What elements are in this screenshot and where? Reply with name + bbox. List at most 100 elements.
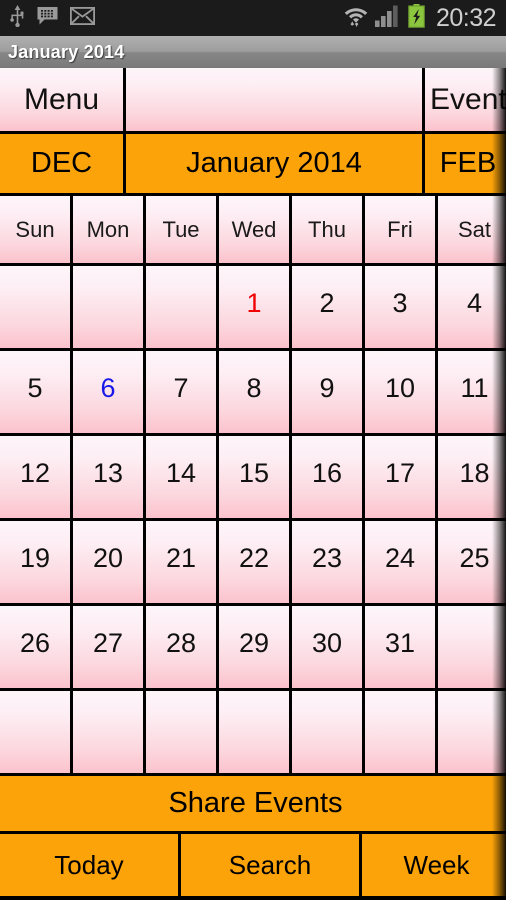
day-cell-30[interactable]: 30 bbox=[292, 606, 365, 688]
day-number: 5 bbox=[27, 373, 43, 403]
top-toolbar: Menu Event bbox=[0, 68, 506, 134]
day-cell-empty bbox=[73, 266, 146, 348]
day-number: 3 bbox=[392, 288, 408, 318]
weekday-header-thu: Thu bbox=[292, 196, 365, 263]
day-cell-empty bbox=[438, 606, 506, 688]
day-cell-empty bbox=[146, 691, 219, 773]
day-cell-2[interactable]: 2 bbox=[292, 266, 365, 348]
day-number: 26 bbox=[19, 628, 51, 658]
day-number: 21 bbox=[165, 543, 197, 573]
day-number: 19 bbox=[19, 543, 51, 573]
day-cell-3[interactable]: 3 bbox=[365, 266, 438, 348]
status-bar: 20:32 bbox=[0, 0, 506, 36]
day-cell-27[interactable]: 27 bbox=[73, 606, 146, 688]
day-number: 17 bbox=[384, 458, 416, 488]
day-cell-10[interactable]: 10 bbox=[365, 351, 438, 433]
day-cell-17[interactable]: 17 bbox=[365, 436, 438, 518]
weekday-header-row: Sun Mon Tue Wed Thu Fri Sat bbox=[0, 196, 506, 266]
day-cell-19[interactable]: 19 bbox=[0, 521, 73, 603]
day-number: 25 bbox=[459, 543, 490, 573]
day-number: 4 bbox=[466, 288, 483, 318]
day-cell-26[interactable]: 26 bbox=[0, 606, 73, 688]
bottom-button-bar: Today Search Week bbox=[0, 834, 506, 896]
day-number: 13 bbox=[92, 458, 124, 488]
weekday-header-sun: Sun bbox=[0, 196, 73, 263]
calendar-content: Menu Event DEC January 2014 FEB Sun Mon Tu… bbox=[0, 68, 506, 896]
day-number: 22 bbox=[238, 543, 270, 573]
day-cell-8[interactable]: 8 bbox=[219, 351, 292, 433]
day-number: 15 bbox=[238, 458, 270, 488]
day-cell-25[interactable]: 25 bbox=[438, 521, 506, 603]
calendar-week-row: 19 20 21 22 23 24 25 bbox=[0, 521, 506, 606]
day-number: 24 bbox=[384, 543, 416, 573]
day-number: 7 bbox=[173, 373, 189, 403]
calendar-week-row: 5 6 7 8 9 10 11 bbox=[0, 351, 506, 436]
month-navigation-bar: DEC January 2014 FEB bbox=[0, 134, 506, 196]
battery-charging-icon bbox=[408, 3, 425, 33]
day-number: 14 bbox=[165, 458, 197, 488]
day-cell-5[interactable]: 5 bbox=[0, 351, 73, 433]
wifi-icon bbox=[344, 5, 368, 32]
day-cell-7[interactable]: 7 bbox=[146, 351, 219, 433]
weekday-header-mon: Mon bbox=[73, 196, 146, 263]
prev-month-button[interactable]: DEC bbox=[0, 134, 126, 193]
day-cell-21[interactable]: 21 bbox=[146, 521, 219, 603]
day-number: 9 bbox=[319, 373, 335, 403]
day-cell-empty bbox=[0, 691, 73, 773]
day-cell-empty bbox=[292, 691, 365, 773]
messaging-icon bbox=[36, 6, 59, 31]
day-number: 27 bbox=[92, 628, 124, 658]
day-number: 30 bbox=[311, 628, 343, 658]
menu-button[interactable]: Menu bbox=[0, 68, 126, 131]
day-cell-22[interactable]: 22 bbox=[219, 521, 292, 603]
calendar-week-row bbox=[0, 691, 506, 776]
status-bar-left-icons bbox=[10, 4, 96, 32]
day-number: 18 bbox=[459, 458, 490, 488]
day-cell-1[interactable]: 1 bbox=[219, 266, 292, 348]
day-number: 16 bbox=[311, 458, 343, 488]
day-cell-empty bbox=[146, 266, 219, 348]
calendar-grid: 1 2 3 4 5 6 7 8 9 10 11 12 13 14 15 16 17 18 19 20 21 22 23 24 2… bbox=[0, 266, 506, 776]
day-cell-4[interactable]: 4 bbox=[438, 266, 506, 348]
day-cell-31[interactable]: 31 bbox=[365, 606, 438, 688]
day-cell-28[interactable]: 28 bbox=[146, 606, 219, 688]
weekday-header-fri: Fri bbox=[365, 196, 438, 263]
weekday-header-wed: Wed bbox=[219, 196, 292, 263]
current-month-label[interactable]: January 2014 bbox=[126, 134, 425, 193]
day-cell-29[interactable]: 29 bbox=[219, 606, 292, 688]
day-cell-empty bbox=[219, 691, 292, 773]
day-cell-6[interactable]: 6 bbox=[73, 351, 146, 433]
weekday-header-tue: Tue bbox=[146, 196, 219, 263]
day-cell-empty bbox=[438, 691, 506, 773]
day-cell-18[interactable]: 18 bbox=[438, 436, 506, 518]
day-cell-24[interactable]: 24 bbox=[365, 521, 438, 603]
day-cell-empty bbox=[365, 691, 438, 773]
status-bar-clock: 20:32 bbox=[435, 3, 497, 32]
next-month-button[interactable]: FEB bbox=[425, 134, 506, 193]
day-cell-20[interactable]: 20 bbox=[73, 521, 146, 603]
day-cell-empty bbox=[0, 266, 73, 348]
day-number: 31 bbox=[384, 628, 416, 658]
share-events-button[interactable]: Share Events bbox=[0, 776, 506, 834]
calendar-week-row: 1 2 3 4 bbox=[0, 266, 506, 351]
search-button[interactable]: Search bbox=[181, 834, 362, 896]
today-button[interactable]: Today bbox=[0, 834, 181, 896]
day-cell-15[interactable]: 15 bbox=[219, 436, 292, 518]
event-button[interactable]: Event bbox=[425, 68, 506, 131]
day-number: 29 bbox=[238, 628, 270, 658]
day-cell-empty bbox=[73, 691, 146, 773]
weekday-header-sat: Sat bbox=[438, 196, 506, 263]
day-cell-12[interactable]: 12 bbox=[0, 436, 73, 518]
day-cell-16[interactable]: 16 bbox=[292, 436, 365, 518]
day-cell-23[interactable]: 23 bbox=[292, 521, 365, 603]
signal-icon bbox=[374, 5, 401, 32]
week-button[interactable]: Week bbox=[362, 834, 506, 896]
day-cell-11[interactable]: 11 bbox=[438, 351, 506, 433]
day-cell-14[interactable]: 14 bbox=[146, 436, 219, 518]
day-cell-13[interactable]: 13 bbox=[73, 436, 146, 518]
title-bar: January 2014 bbox=[0, 36, 506, 68]
phone-screen: 20:32 January 2014 Menu Event DEC Januar… bbox=[0, 0, 506, 900]
day-cell-9[interactable]: 9 bbox=[292, 351, 365, 433]
day-number: 1 bbox=[246, 288, 262, 318]
day-number: 28 bbox=[165, 628, 197, 658]
